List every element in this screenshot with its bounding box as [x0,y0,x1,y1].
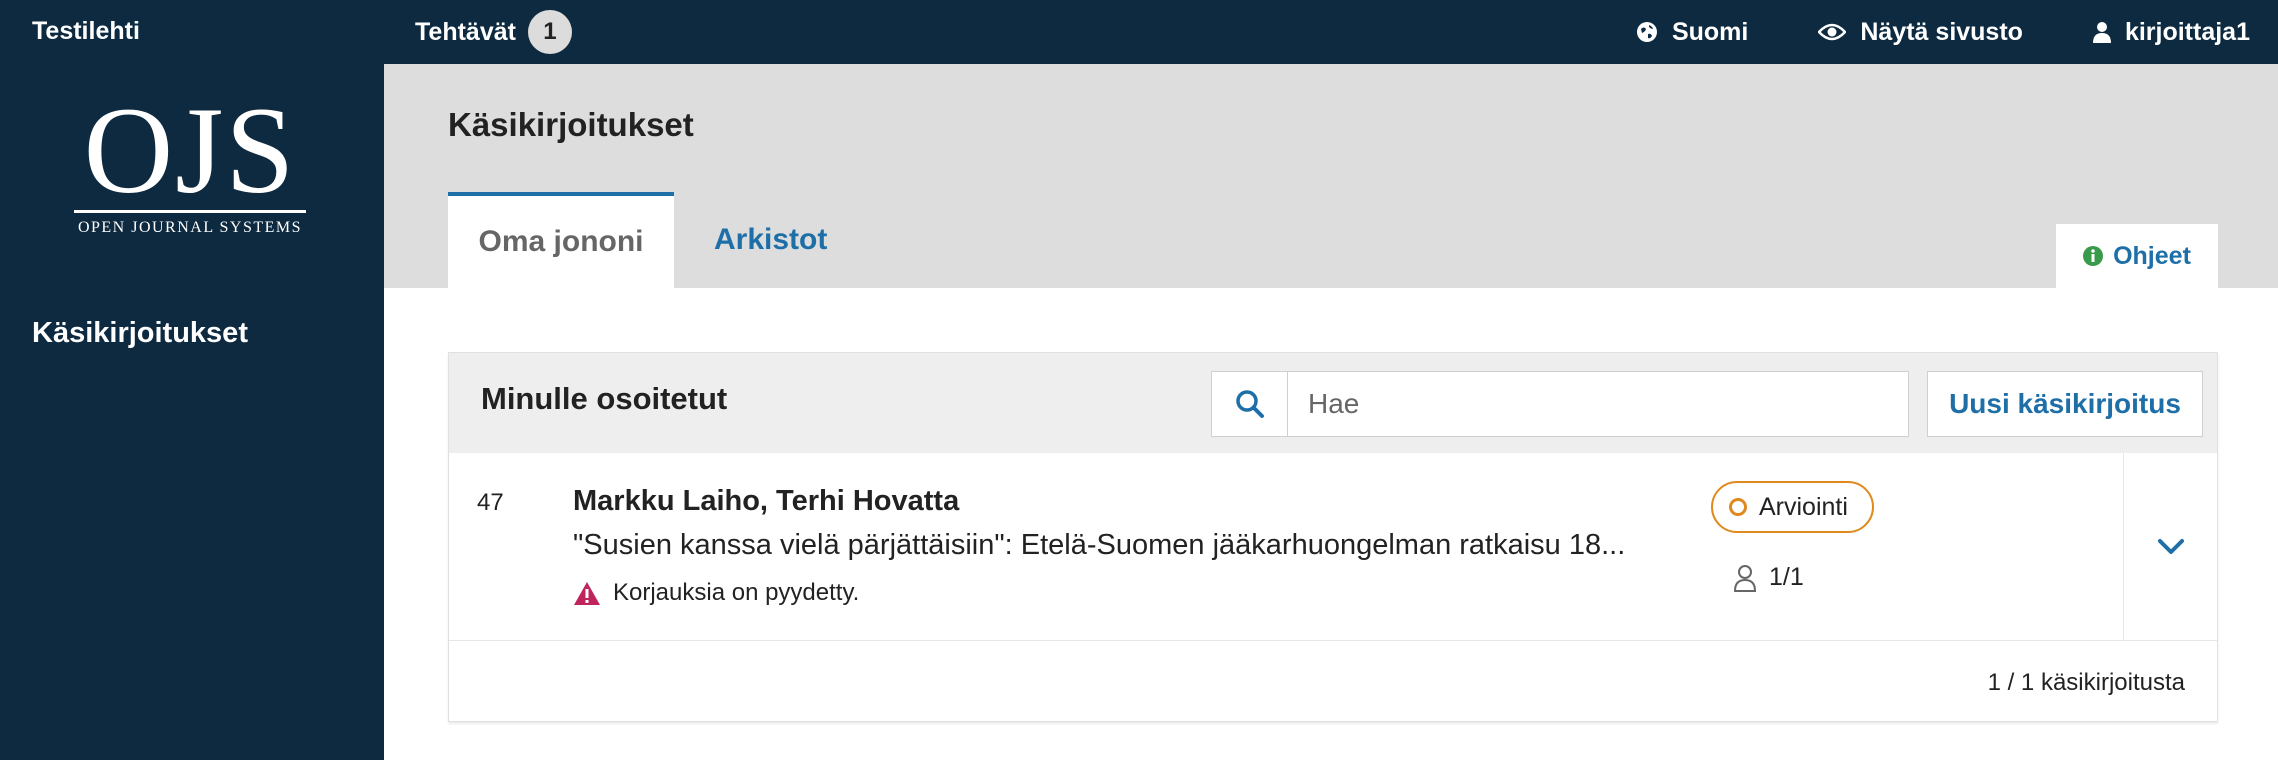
panel-header: Minulle osoitetut Uusi käsikirjoitus [449,353,2217,453]
submission-authors: Markku Laiho, Terhi Hovatta [573,485,960,517]
notice-text: Korjauksia on pyydetty. [613,579,860,606]
search-box [1211,371,1909,437]
site-name-link[interactable]: Testilehti [32,0,140,64]
search-icon [1235,390,1264,418]
submission-notice: Korjauksia on pyydetty. [573,579,859,607]
help-button[interactable]: Ohjeet [2056,224,2218,288]
info-icon [2083,246,2104,266]
participants-label: 1/1 [1769,563,1804,591]
tab-my-queue[interactable]: Oma jononi [448,192,674,288]
help-label: Ohjeet [2113,241,2191,270]
sidebar-item-submissions[interactable]: Käsikirjoitukset [32,317,248,350]
language-label: Suomi [1671,17,1749,46]
submissions-panel: Minulle osoitetut Uusi käsikirjoitus 47 … [448,352,2218,722]
sidebar: OJS OPEN JOURNAL SYSTEMS Käsikirjoitukse… [0,64,384,760]
view-site-link[interactable]: Näytä sivusto [1818,18,2023,47]
top-bar: Testilehti Tehtävät 1 Suomi Näytä sivust… [0,0,2278,64]
logo-subtitle: OPEN JOURNAL SYSTEMS [77,219,303,236]
new-submission-button[interactable]: Uusi käsikirjoitus [1927,371,2203,437]
submission-title[interactable]: "Susien kanssa vielä pärjättäisiin": Ete… [573,529,1653,562]
expand-row-button[interactable] [2123,453,2217,640]
user-nav: Suomi Näytä sivusto kirjoittaja1 [1566,0,2250,64]
page-title: Käsikirjoitukset [448,106,694,143]
submission-id: 47 [477,489,504,516]
tasks-count-badge: 1 [527,10,572,54]
globe-icon [1636,22,1657,42]
panel-title: Minulle osoitetut [481,381,728,416]
stage-badge[interactable]: Arviointi [1711,481,1874,533]
search-button[interactable] [1212,372,1288,436]
user-menu[interactable]: kirjoittaja1 [2092,17,2250,47]
logo-mark: OJS [83,82,297,219]
tasks-button[interactable]: Tehtävät 1 [415,0,572,64]
warning-icon [574,581,600,605]
language-menu[interactable]: Suomi [1636,18,1748,47]
user-outline-icon [1733,564,1757,592]
eye-icon [1818,23,1847,41]
user-icon [2092,22,2111,43]
view-site-label: Näytä sivusto [1860,17,2023,46]
stage-label: Arviointi [1759,492,1848,521]
tab-archives[interactable]: Arkistot [714,192,827,288]
submission-row: 47 Markku Laiho, Terhi Hovatta "Susien k… [449,453,2217,641]
tasks-label: Tehtävät [415,17,516,46]
ojs-logo[interactable]: OJS OPEN JOURNAL SYSTEMS [70,82,310,256]
search-input[interactable] [1288,372,1908,436]
participants-count: 1/1 [1733,563,1804,592]
chevron-down-icon [2157,538,2184,554]
page-header: Käsikirjoitukset Oma jononi Arkistot Ohj… [384,64,2278,288]
submissions-count: 1 / 1 käsikirjoitusta [1987,669,2185,696]
stage-status-icon [1729,498,1747,516]
username-label: kirjoittaja1 [2124,17,2250,46]
